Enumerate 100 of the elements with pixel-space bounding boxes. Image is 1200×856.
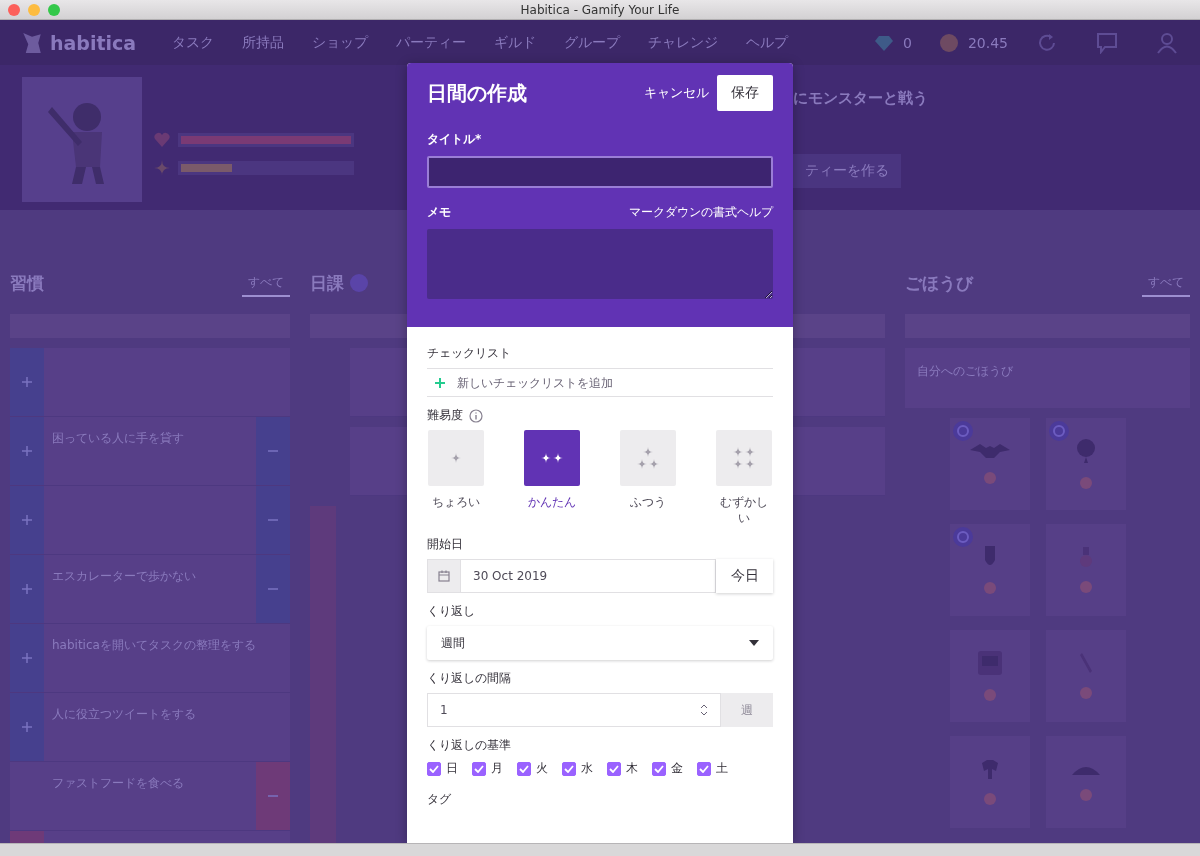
heart-icon bbox=[154, 132, 170, 148]
shop-item-card[interactable] bbox=[1046, 418, 1126, 510]
create-party-button[interactable]: ティーを作る bbox=[793, 154, 901, 188]
section-label: 開始日 bbox=[427, 536, 464, 554]
plus-icon bbox=[22, 653, 32, 663]
info-icon[interactable] bbox=[469, 408, 483, 423]
plus-icon bbox=[22, 584, 32, 594]
sync-icon[interactable] bbox=[1036, 31, 1058, 54]
filter-tab[interactable]: すべて bbox=[1142, 269, 1190, 297]
plus-button[interactable] bbox=[10, 555, 44, 623]
coin-icon bbox=[1080, 581, 1092, 593]
nav-link[interactable]: グループ bbox=[550, 33, 635, 52]
plus-button[interactable] bbox=[10, 693, 44, 761]
plus-button[interactable] bbox=[10, 624, 44, 692]
coin-icon bbox=[984, 792, 996, 805]
item-icon bbox=[970, 444, 1010, 458]
difficulty-label: かんたん bbox=[527, 494, 577, 511]
interval-input-field[interactable]: 1 bbox=[427, 693, 721, 728]
nav-link[interactable]: タスク bbox=[158, 33, 229, 52]
user-icon[interactable] bbox=[1156, 31, 1178, 54]
markdown-help-link[interactable]: マークダウンの書式ヘルプ bbox=[629, 204, 773, 221]
nav-link[interactable]: チャレンジ bbox=[634, 33, 733, 52]
day-label: 月 bbox=[491, 760, 503, 778]
day-label: 日 bbox=[446, 760, 458, 778]
column-title: 習慣 bbox=[10, 271, 44, 295]
sparkle-icon bbox=[637, 447, 659, 469]
minus-button[interactable] bbox=[256, 417, 290, 485]
day-checkbox[interactable] bbox=[607, 761, 621, 776]
shop-item-card[interactable] bbox=[950, 736, 1030, 828]
zoom-window-icon[interactable] bbox=[48, 3, 60, 16]
day-checkbox[interactable] bbox=[427, 761, 441, 776]
shop-item-card[interactable] bbox=[1046, 630, 1126, 722]
difficulty-option[interactable] bbox=[428, 430, 484, 486]
pin-icon[interactable] bbox=[953, 421, 973, 441]
notes-input-field[interactable] bbox=[427, 229, 773, 299]
minus-button[interactable] bbox=[256, 486, 290, 554]
calendar-button[interactable] bbox=[427, 559, 460, 594]
star-icon bbox=[154, 160, 170, 176]
unit-label: 週 bbox=[721, 693, 773, 728]
day-checkbox[interactable] bbox=[652, 761, 666, 776]
section-label: タグ bbox=[427, 791, 452, 809]
repeat-select[interactable]: 週間 bbox=[427, 626, 773, 661]
shop-item-card[interactable] bbox=[950, 418, 1030, 510]
difficulty-label: ふつう bbox=[629, 494, 667, 511]
close-window-icon[interactable] bbox=[8, 3, 20, 16]
day-label: 金 bbox=[671, 760, 683, 778]
title-input-field[interactable] bbox=[427, 156, 773, 188]
nav-link[interactable]: 所持品 bbox=[228, 33, 299, 52]
spinner-icon[interactable] bbox=[700, 703, 708, 718]
nav-link[interactable]: ギルド bbox=[480, 33, 551, 52]
shop-item-card[interactable] bbox=[950, 524, 1030, 616]
day-checkbox[interactable] bbox=[472, 761, 486, 776]
minus-button[interactable] bbox=[256, 762, 290, 830]
plus-icon bbox=[22, 515, 32, 525]
coin-icon bbox=[1080, 477, 1092, 489]
coin-icon bbox=[1080, 687, 1092, 699]
chat-icon[interactable] bbox=[1096, 31, 1118, 54]
plus-button[interactable] bbox=[10, 417, 44, 485]
plus-icon bbox=[22, 377, 32, 387]
today-button[interactable]: 今日 bbox=[716, 559, 773, 594]
window-title: Habitica - Gamify Your Life bbox=[519, 2, 681, 17]
dialog-title: 日間の作成 bbox=[427, 79, 527, 107]
filter-tab[interactable]: すべて bbox=[242, 269, 290, 297]
difficulty-option[interactable] bbox=[620, 430, 676, 486]
difficulty-option[interactable] bbox=[524, 430, 580, 486]
plus-button[interactable] bbox=[10, 348, 44, 416]
day-checkbox[interactable] bbox=[517, 761, 531, 776]
sparkle-icon bbox=[733, 447, 755, 469]
coin-icon bbox=[984, 689, 996, 701]
pin-icon[interactable] bbox=[1049, 421, 1069, 441]
plus-icon bbox=[22, 722, 32, 732]
minimize-window-icon[interactable] bbox=[28, 3, 40, 16]
party-prompt-title: にモンスターと戦う bbox=[793, 89, 929, 108]
column-title: ごほうび bbox=[905, 271, 973, 295]
day-label: 水 bbox=[581, 760, 593, 778]
info-badge-icon bbox=[350, 274, 368, 292]
minus-button[interactable] bbox=[256, 555, 290, 623]
shop-item-card[interactable] bbox=[1046, 736, 1126, 828]
difficulty-option[interactable] bbox=[716, 430, 772, 486]
pin-icon[interactable] bbox=[953, 527, 973, 547]
cancel-link[interactable]: キャンセル bbox=[644, 84, 709, 102]
coin-icon bbox=[984, 472, 996, 484]
nav-link[interactable]: ショップ bbox=[298, 33, 383, 52]
day-label: 火 bbox=[536, 760, 548, 778]
dragon-logo-icon bbox=[22, 32, 42, 53]
shop-item-card[interactable] bbox=[1046, 524, 1126, 616]
section-label: くり返し bbox=[427, 603, 476, 621]
sparkle-icon bbox=[541, 453, 563, 463]
save-button[interactable]: 保存 bbox=[717, 75, 773, 111]
plus-button[interactable] bbox=[10, 486, 44, 554]
shop-item-card[interactable] bbox=[950, 630, 1030, 722]
nav-link[interactable]: パーティー bbox=[382, 33, 481, 52]
nav-link[interactable]: ヘルプ bbox=[732, 33, 803, 52]
day-checkbox[interactable] bbox=[697, 761, 711, 776]
app-logo[interactable]: habitica bbox=[50, 31, 137, 54]
gem-icon bbox=[875, 34, 893, 51]
day-checkbox[interactable] bbox=[562, 761, 576, 776]
plus-icon bbox=[435, 377, 445, 388]
date-input-field[interactable]: 30 Oct 2019 bbox=[460, 559, 716, 594]
item-icon bbox=[978, 651, 1002, 675]
